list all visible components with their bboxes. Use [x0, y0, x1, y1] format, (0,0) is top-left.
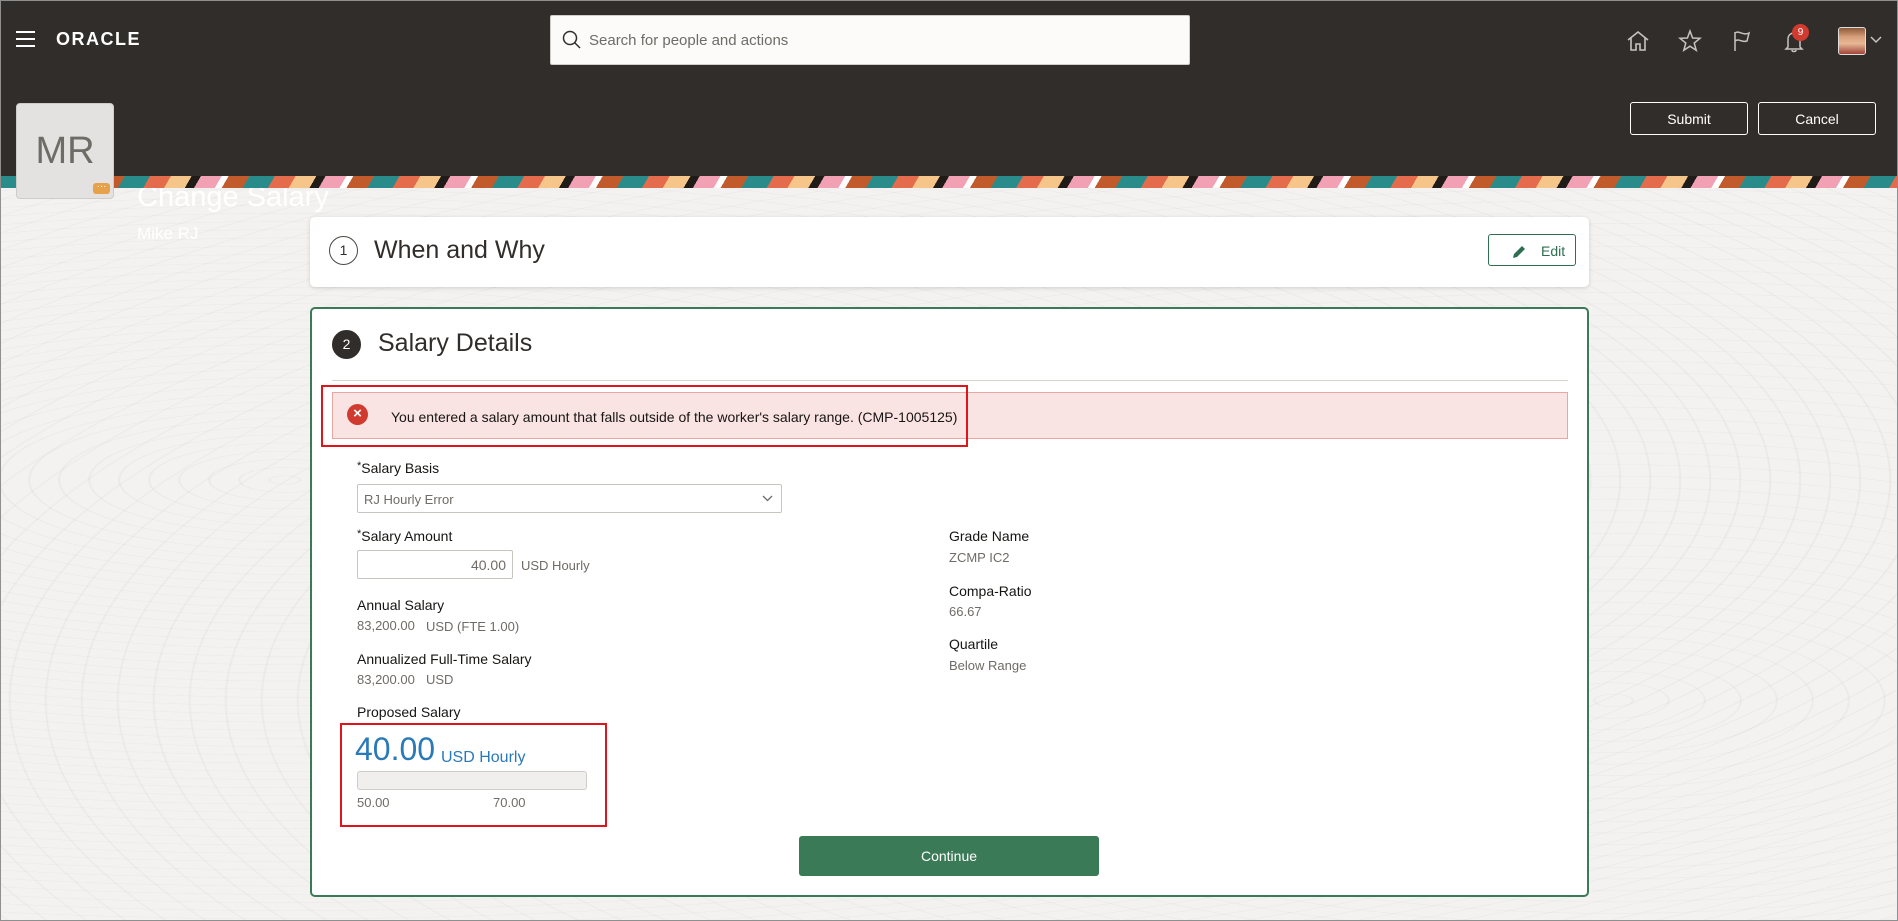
cancel-button[interactable]: Cancel: [1758, 102, 1876, 135]
proposed-salary-value: 40.00: [355, 731, 436, 767]
salary-basis-select[interactable]: RJ Hourly Error: [357, 484, 782, 513]
error-icon: ×: [347, 404, 368, 425]
annualized-full-time-value: 83,200.00: [357, 672, 415, 687]
global-header: ORACLE 9: [0, 0, 1898, 80]
submit-button[interactable]: Submit: [1630, 102, 1748, 135]
section-divider: [332, 380, 1568, 381]
annualized-full-time-unit: USD: [426, 672, 454, 687]
grade-name-value: ZCMP IC2: [949, 550, 1010, 565]
continue-button[interactable]: Continue: [799, 836, 1099, 876]
salary-basis-value: RJ Hourly Error: [364, 492, 454, 507]
annual-salary-label: Annual Salary: [357, 597, 445, 613]
salary-details-section: 2 Salary Details × You entered a salary …: [310, 307, 1589, 897]
proposed-salary-unit: USD Hourly: [441, 749, 526, 766]
salary-amount-input[interactable]: [357, 550, 513, 579]
pencil-icon: [1513, 246, 1525, 258]
annualized-full-time-label: Annualized Full-Time Salary: [357, 651, 532, 667]
section-title: When and Why: [374, 236, 545, 264]
search-icon: [562, 30, 581, 49]
page-header: Change Salary Mike RJ: [0, 80, 1898, 243]
more-options-icon[interactable]: ···: [93, 182, 110, 194]
grade-name-label: Grade Name: [949, 528, 1030, 544]
chevron-down-icon[interactable]: [1870, 36, 1882, 44]
page-subtitle: Mike RJ: [137, 224, 199, 243]
chevron-down-icon: [762, 495, 773, 502]
proposed-salary-label: Proposed Salary: [357, 704, 461, 720]
home-icon[interactable]: [1625, 28, 1651, 54]
step-number: 1: [329, 236, 358, 265]
quartile-value: Below Range: [949, 658, 1027, 673]
quartile-label: Quartile: [949, 636, 999, 652]
annual-salary-unit: USD (FTE 1.00): [426, 619, 520, 634]
salary-amount-unit: USD Hourly: [521, 558, 590, 573]
compa-ratio-value: 66.67: [949, 604, 982, 619]
error-message: You entered a salary amount that falls o…: [391, 409, 958, 425]
edit-button[interactable]: Edit: [1488, 234, 1576, 266]
search-bar[interactable]: [550, 15, 1190, 65]
compa-ratio-label: Compa-Ratio: [949, 583, 1032, 599]
menu-icon[interactable]: [16, 31, 35, 47]
notification-count-badge: 9: [1792, 24, 1809, 41]
oracle-logo[interactable]: ORACLE: [56, 29, 141, 50]
salary-range-bar: [357, 771, 587, 790]
error-message-bar: × You entered a salary amount that falls…: [332, 392, 1568, 439]
when-and-why-section: 1 When and Why Edit: [310, 217, 1589, 287]
decorative-banner: [0, 176, 1898, 188]
step-number: 2: [332, 330, 361, 359]
range-max-label: 70.00: [493, 795, 526, 810]
salary-amount-label: *Salary Amount: [357, 528, 453, 544]
salary-basis-label: *Salary Basis: [357, 460, 440, 476]
edit-label: Edit: [1541, 243, 1566, 259]
annual-salary-value: 83,200.00: [357, 618, 415, 633]
section-title: Salary Details: [378, 329, 533, 357]
search-input[interactable]: [589, 16, 1179, 64]
flag-icon[interactable]: [1729, 28, 1755, 54]
user-avatar[interactable]: [1838, 27, 1866, 55]
favorites-star-icon[interactable]: [1677, 28, 1703, 54]
range-min-label: 50.00: [357, 795, 390, 810]
